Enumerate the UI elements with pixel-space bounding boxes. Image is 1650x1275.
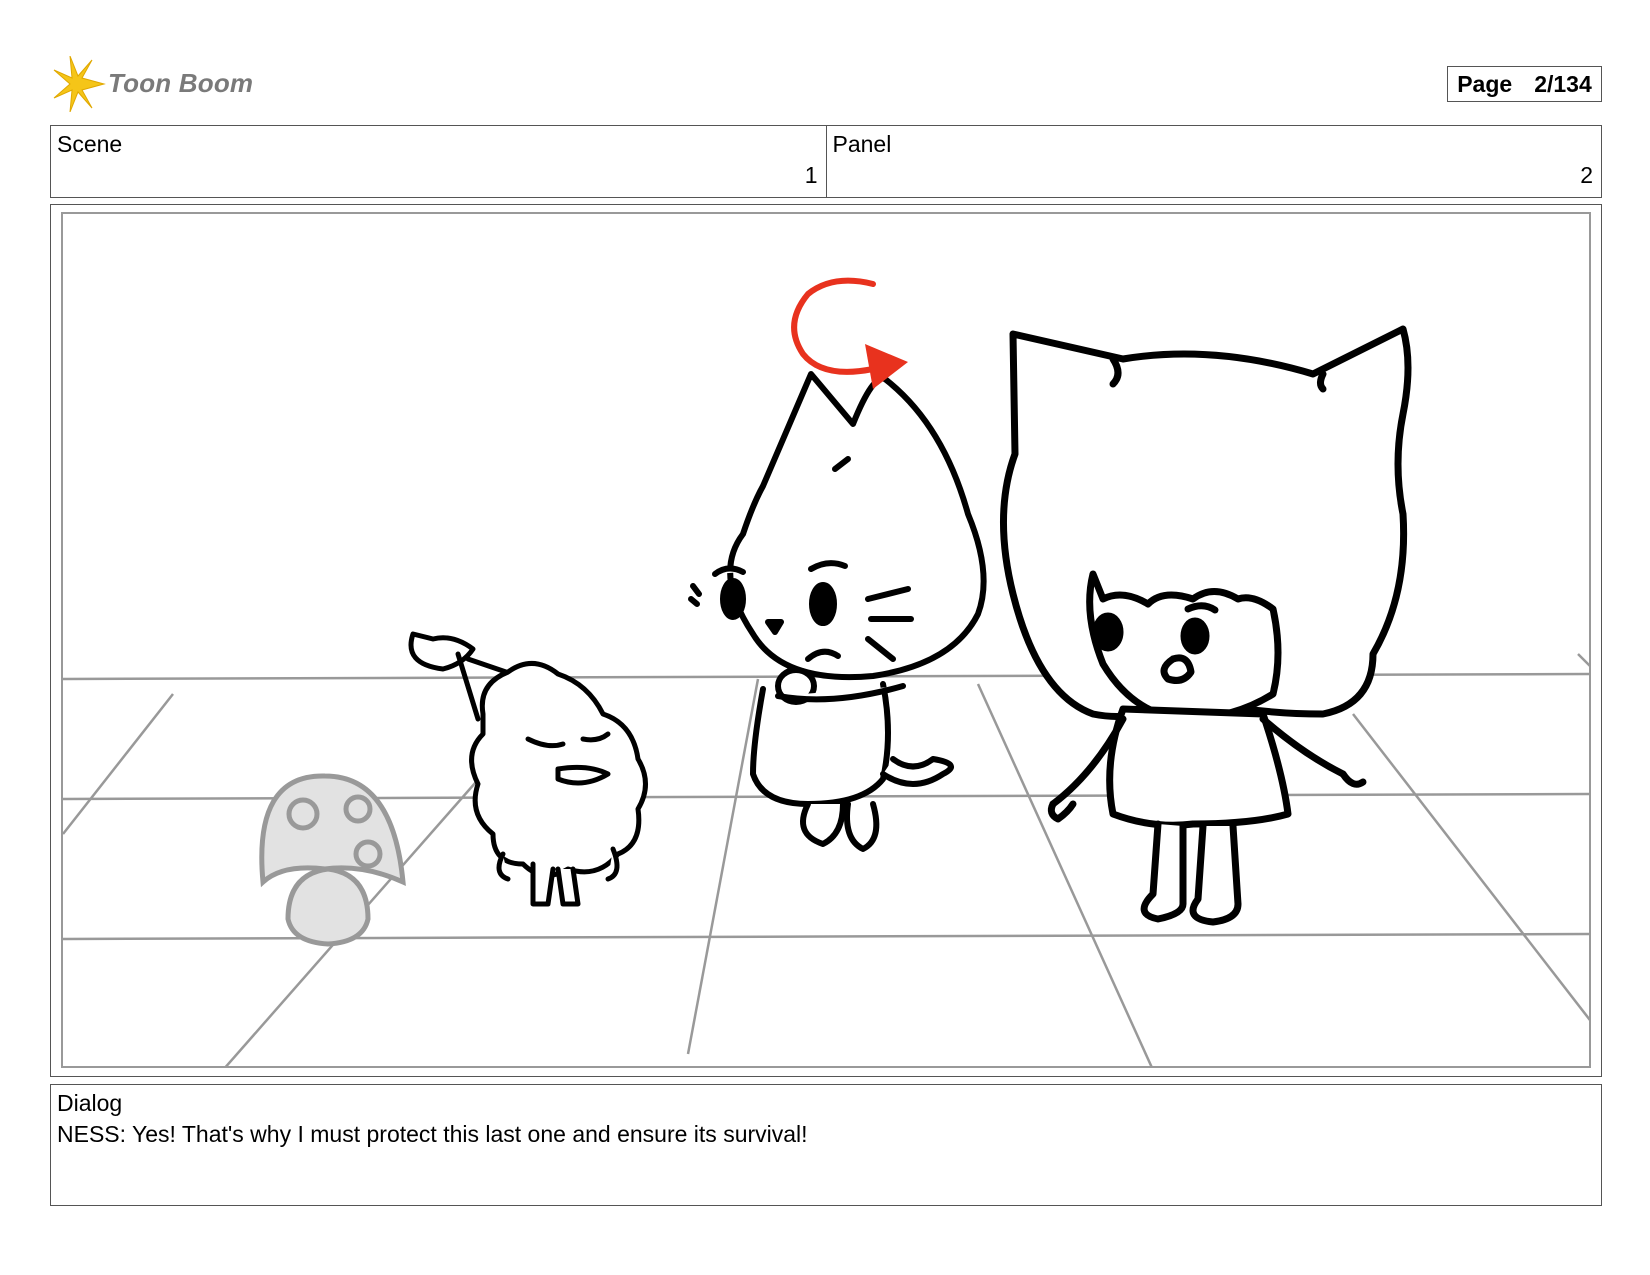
panel-number: 2 xyxy=(1580,162,1593,188)
sketch-illustration xyxy=(63,277,1589,1066)
page-number: 2/134 xyxy=(1534,70,1592,97)
storyboard-drawing xyxy=(61,212,1591,1068)
dialog-text: NESS: Yes! That's why I must protect thi… xyxy=(57,1121,808,1147)
toon-boom-logo: Toon Boom xyxy=(52,56,262,112)
dialog-label: Dialog xyxy=(57,1090,123,1116)
scene-cell: Scene 1 xyxy=(51,126,826,197)
panel-label: Panel xyxy=(832,131,892,157)
brand-name: Toon Boom xyxy=(108,68,254,98)
cat-character xyxy=(688,371,987,852)
page-label: Page xyxy=(1457,70,1513,97)
scene-number: 1 xyxy=(804,162,818,188)
girl-character xyxy=(999,325,1412,926)
mushroom-sketch xyxy=(259,773,406,947)
panel-cell: Panel 2 xyxy=(825,126,1602,197)
gnome-character xyxy=(408,631,648,907)
scene-label: Scene xyxy=(57,131,123,157)
starburst-logo-icon xyxy=(53,56,106,112)
scene-panel-table: Scene 1 Panel 2 xyxy=(50,125,1602,198)
page-indicator: Page 2/134 xyxy=(1447,66,1602,102)
dialog-box: Dialog NESS: Yes! That's why I must prot… xyxy=(50,1084,1602,1206)
